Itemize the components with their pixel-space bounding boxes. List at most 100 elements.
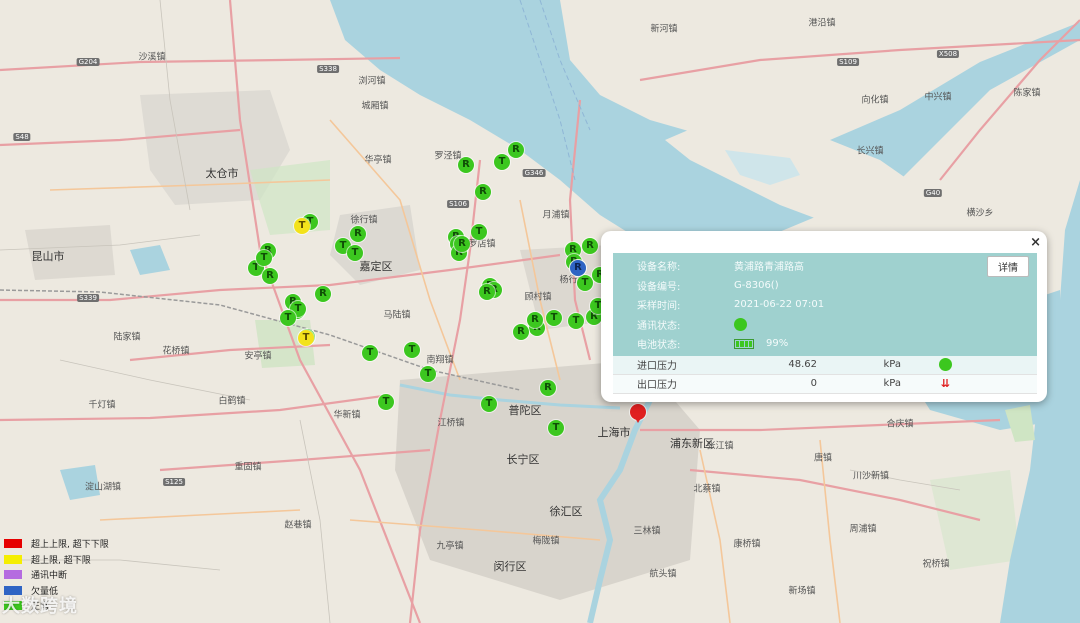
place-label: 嘉定区 [359, 260, 393, 273]
info-row-comm: 通讯状态: [613, 315, 1037, 335]
device-marker[interactable]: T [280, 310, 296, 326]
device-marker[interactable]: T [568, 313, 584, 329]
device-marker[interactable] [630, 404, 646, 423]
device-code-label: 设备编号: [637, 281, 681, 293]
place-label: 南翔镇 [426, 355, 454, 366]
comm-ok-icon [734, 317, 747, 331]
device-marker[interactable]: R [508, 142, 524, 158]
place-label: 顾村镇 [524, 292, 552, 303]
outlet-pressure-label: 出口压力 [637, 380, 677, 391]
pressure-row-inlet: 进口压力 48.62 kPa [613, 355, 1037, 375]
device-marker[interactable]: R [475, 184, 491, 200]
place-label: 上海市 [597, 426, 631, 439]
device-marker[interactable]: R [454, 236, 470, 252]
battery-status-label: 电池状态: [637, 340, 681, 352]
close-icon[interactable]: × [1030, 235, 1041, 250]
legend-item: 超上限, 超下限 [4, 552, 109, 568]
device-marker[interactable]: R [262, 268, 278, 284]
place-label: 长兴镇 [856, 146, 884, 157]
place-label: 徐行镇 [350, 215, 378, 226]
device-marker[interactable]: T [494, 154, 510, 170]
device-marker[interactable]: T [298, 330, 314, 346]
place-label: 千灯镇 [88, 400, 116, 411]
info-row-code: 设备编号: G-8306() [613, 276, 1037, 296]
place-label: 向化镇 [861, 95, 889, 106]
place-label: G204 [76, 58, 100, 66]
place-label: 新河镇 [650, 24, 678, 35]
battery-status-value: 99% [734, 338, 788, 349]
place-label: G346 [522, 169, 546, 177]
place-label: 徐汇区 [549, 505, 583, 518]
device-marker[interactable]: T [256, 250, 272, 266]
device-marker[interactable]: T [294, 218, 310, 234]
place-label: 横沙乡 [966, 208, 994, 219]
device-marker[interactable]: R [540, 380, 556, 396]
place-label: 三林镇 [633, 526, 661, 537]
legend-item: 通讯中断 [4, 567, 109, 583]
place-label: 普陀区 [508, 404, 542, 417]
legend-swatch [4, 554, 22, 564]
place-label: 华新镇 [333, 410, 361, 421]
device-marker[interactable]: T [362, 345, 378, 361]
place-label: 唐镇 [813, 453, 833, 464]
device-marker[interactable]: T [548, 420, 564, 436]
place-label: 花桥镇 [162, 346, 190, 357]
place-label: 陆家镇 [113, 332, 141, 343]
alarm-down-arrow-icon: ⇊ [940, 376, 951, 390]
place-label: 北蔡镇 [693, 484, 721, 495]
device-marker[interactable]: R [570, 260, 586, 276]
inlet-pressure-unit: kPa [883, 359, 902, 370]
place-label: 梅陇镇 [532, 536, 560, 547]
device-marker[interactable]: T [481, 396, 497, 412]
place-label: 罗泾镇 [434, 151, 462, 162]
place-label: 城厢镇 [361, 101, 389, 112]
device-marker[interactable]: R [315, 286, 331, 302]
place-label: S109 [837, 58, 859, 66]
place-label: 闵行区 [493, 560, 527, 573]
device-info-block: 详情 设备名称: 黄浦路青浦路高 设备编号: G-8306() 采样时间: 20… [613, 253, 1037, 356]
device-marker[interactable]: R [458, 157, 474, 173]
info-row-battery: 电池状态: 99% [613, 334, 1037, 354]
inlet-ok-icon [939, 358, 952, 371]
device-marker[interactable]: R [350, 226, 366, 242]
pressure-row-outlet: 出口压力 0 kPa ⇊ [613, 374, 1037, 394]
device-marker[interactable]: T [577, 275, 593, 291]
sample-time-label: 采样时间: [637, 301, 681, 313]
battery-icon [734, 338, 754, 349]
device-marker[interactable]: R [582, 238, 598, 254]
device-marker[interactable]: T [347, 245, 363, 261]
legend-swatch [4, 570, 22, 580]
place-label: 长宁区 [506, 453, 540, 466]
place-label: S48 [13, 133, 31, 141]
device-marker[interactable]: T [546, 310, 562, 326]
device-marker[interactable]: T [378, 394, 394, 410]
legend-swatch [4, 539, 22, 549]
place-label: 月浦镇 [542, 210, 570, 221]
place-label: 昆山市 [31, 250, 65, 263]
place-label: 张江镇 [706, 441, 734, 452]
place-label: 陈家镇 [1013, 88, 1041, 99]
inlet-pressure-value: 48.62 [788, 359, 817, 370]
place-label: 新场镇 [788, 586, 816, 597]
place-label: 港沿镇 [808, 18, 836, 29]
device-marker[interactable]: R [527, 312, 543, 328]
place-label: 重固镇 [234, 462, 262, 473]
info-row-name: 设备名称: 黄浦路青浦路高 [613, 256, 1037, 276]
detail-button[interactable]: 详情 [987, 256, 1029, 277]
device-marker[interactable]: R [513, 324, 529, 340]
place-label: S339 [77, 294, 99, 302]
device-marker[interactable]: T [420, 366, 436, 382]
sample-time-value: 2021-06-22 07:01 [734, 299, 825, 311]
place-label: S125 [163, 478, 185, 486]
battery-percent: 99% [766, 338, 789, 350]
device-marker[interactable]: R [479, 284, 495, 300]
legend-label: 超上上限, 超下下限 [31, 540, 109, 551]
device-marker[interactable]: T [471, 224, 487, 240]
device-marker[interactable]: T [404, 342, 420, 358]
legend-label: 超上限, 超下限 [31, 555, 91, 566]
device-code-value: G-8306() [734, 279, 779, 291]
place-label: 赵巷镇 [284, 520, 312, 531]
outlet-pressure-value: 0 [810, 378, 817, 389]
inlet-pressure-label: 进口压力 [637, 361, 677, 372]
place-label: 太仓市 [205, 167, 239, 180]
